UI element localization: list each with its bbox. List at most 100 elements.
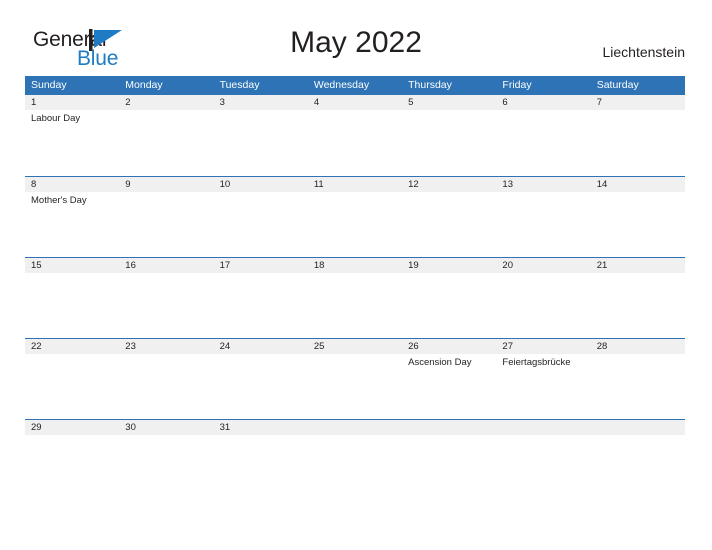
day-number: [496, 420, 590, 435]
day-number: 27: [502, 341, 513, 352]
day-events: [119, 192, 213, 195]
calendar-day-cell[interactable]: 27 Feiertagsbrücke: [496, 339, 590, 419]
day-number: [402, 420, 496, 435]
day-events: [119, 110, 213, 113]
calendar-day-cell[interactable]: 3: [214, 95, 308, 176]
day-events: [308, 110, 402, 113]
calendar-week-row: 29 30 31: [25, 419, 685, 500]
calendar-day-cell[interactable]: 16: [119, 258, 213, 338]
calendar-week-cells: 15 16 17 18 19 20 21: [25, 258, 685, 338]
calendar-day-cell[interactable]: 29: [25, 420, 119, 500]
calendar-day-cell[interactable]: 20: [496, 258, 590, 338]
day-events: [591, 110, 685, 113]
day-number: 21: [596, 260, 608, 271]
calendar-day-cell[interactable]: 13: [496, 177, 590, 257]
calendar-day-cell[interactable]: 1 Labour Day: [25, 95, 119, 176]
day-events: [496, 192, 590, 195]
calendar-day-cell[interactable]: 7: [591, 95, 685, 176]
calendar-day-cell[interactable]: 15: [25, 258, 119, 338]
day-number: 22: [31, 341, 42, 352]
day-events: [308, 435, 402, 438]
day-number: 1: [31, 97, 37, 108]
calendar-week-cells: 29 30 31: [25, 420, 685, 500]
calendar-day-cell[interactable]: 30: [119, 420, 213, 500]
day-event: Feiertagsbrücke: [502, 357, 571, 368]
calendar-day-cell[interactable]: 6: [496, 95, 590, 176]
day-number: 26: [408, 341, 419, 352]
calendar-day-cell[interactable]: 2: [119, 95, 213, 176]
day-events: [214, 110, 308, 113]
day-number: [308, 420, 402, 435]
calendar-day-cell[interactable]: 10: [214, 177, 308, 257]
calendar-day-cell[interactable]: 21: [591, 258, 685, 338]
calendar-day-cell[interactable]: 14: [591, 177, 685, 257]
day-number: 28: [596, 341, 608, 352]
day-number: 19: [408, 260, 419, 271]
day-events: [402, 110, 496, 113]
calendar-day-cell[interactable]: 9: [119, 177, 213, 257]
day-number: 7: [596, 97, 602, 108]
day-number: [591, 420, 685, 435]
calendar-week-cells: 22 23 24 25 26 Ascension Day 27 Feiertagsbrücke…: [25, 339, 685, 419]
calendar-empty-cell: [496, 420, 590, 500]
calendar-day-cell[interactable]: 22: [25, 339, 119, 419]
day-number: 24: [219, 341, 231, 352]
calendar-day-cell[interactable]: 24: [214, 339, 308, 419]
day-number: 4: [313, 97, 320, 108]
calendar-day-cell[interactable]: 31: [214, 420, 308, 500]
day-events: [25, 273, 119, 276]
calendar-page: General Blue May 2022 Liechtenstein Sund…: [0, 0, 712, 550]
day-number: 31: [219, 422, 231, 433]
day-number: 20: [502, 260, 513, 271]
day-events: [119, 273, 213, 276]
day-events: [25, 435, 119, 438]
day-number: 3: [219, 97, 225, 108]
day-events: [214, 273, 308, 276]
calendar-empty-cell: [591, 420, 685, 500]
calendar-day-cell[interactable]: 19: [402, 258, 496, 338]
day-events: [214, 192, 308, 195]
weekday-header-monday: Monday: [125, 79, 163, 91]
day-number: 18: [313, 260, 325, 271]
calendar-week-row: 15 16 17 18 19 20 21: [25, 257, 685, 338]
day-number: 17: [219, 260, 231, 271]
day-number: 30: [125, 422, 136, 433]
day-number: 15: [31, 260, 42, 271]
day-events: Feiertagsbrücke: [496, 354, 590, 369]
day-event: Mother's Day: [31, 195, 87, 206]
calendar-week-row: 1 Labour Day 2 3 4 5 6 7: [25, 95, 685, 176]
weekday-header-friday: Friday: [502, 79, 532, 91]
calendar-grid: Sunday Monday Tuesday Wednesday Thursday…: [25, 76, 685, 500]
calendar-day-cell[interactable]: 25: [308, 339, 402, 419]
weekday-header-thursday: Thursday: [408, 79, 452, 91]
weekday-header-tuesday: Tuesday: [219, 79, 260, 91]
calendar-day-cell[interactable]: 12: [402, 177, 496, 257]
calendar-week-row: 22 23 24 25 26 Ascension Day 27 Feiertagsbrücke…: [25, 338, 685, 419]
calendar-day-cell[interactable]: 11: [308, 177, 402, 257]
day-number: 16: [125, 260, 136, 271]
calendar-day-cell[interactable]: 23: [119, 339, 213, 419]
calendar-day-cell[interactable]: 26 Ascension Day: [402, 339, 496, 419]
day-number: 12: [408, 179, 419, 190]
calendar-day-cell[interactable]: 28: [591, 339, 685, 419]
calendar-day-cell[interactable]: 5: [402, 95, 496, 176]
day-events: Ascension Day: [402, 354, 496, 369]
day-events: [591, 435, 685, 438]
calendar-day-cell[interactable]: 17: [214, 258, 308, 338]
calendar-day-cell[interactable]: 4: [308, 95, 402, 176]
day-events: Labour Day: [25, 110, 119, 125]
day-number: 13: [502, 179, 513, 190]
calendar-week-cells: 8 Mother's Day 9 10 11 12 13 14: [25, 177, 685, 257]
day-number: 5: [408, 97, 414, 108]
calendar-day-cell[interactable]: 18: [308, 258, 402, 338]
day-number: 10: [219, 179, 231, 190]
weekday-header-row: Sunday Monday Tuesday Wednesday Thursday…: [25, 76, 685, 95]
day-events: [214, 435, 308, 438]
day-number: 23: [125, 341, 136, 352]
calendar-day-cell[interactable]: 8 Mother's Day: [25, 177, 119, 257]
page-header: General Blue May 2022 Liechtenstein: [0, 0, 712, 76]
day-events: [496, 110, 590, 113]
day-events: [402, 273, 496, 276]
calendar-empty-cell: [308, 420, 402, 500]
calendar-week-cells: 1 Labour Day 2 3 4 5 6 7: [25, 95, 685, 176]
